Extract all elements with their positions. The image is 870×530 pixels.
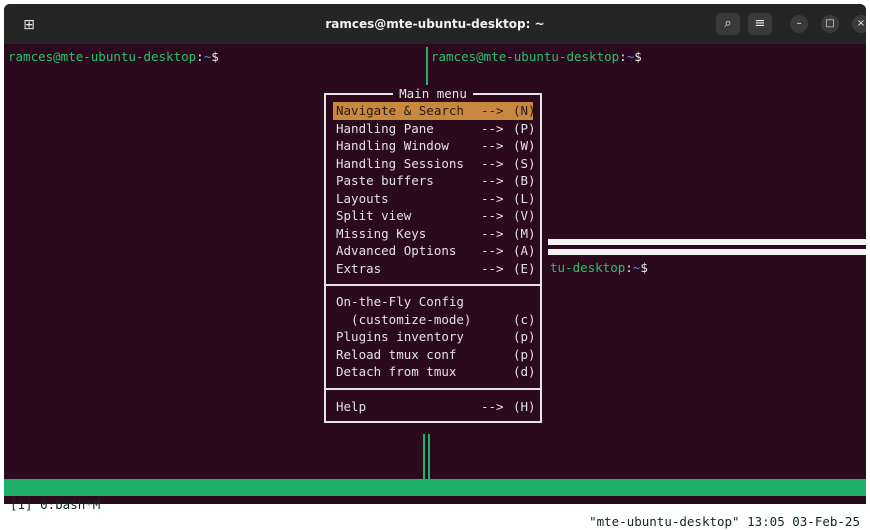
close-icon: × — [856, 18, 866, 29]
menu-item-layouts[interactable]: Layouts --> (L) — [333, 190, 536, 208]
tmux-status-bar: [1] 0:bash*M "mte-ubuntu-desktop" 13:05 … — [4, 479, 866, 529]
menu-icon: ≡ — [754, 16, 766, 31]
terminal-window: ⊞ ramces@mte-ubuntu-desktop: ~ ⌕ ≡ – □ ×… — [4, 4, 866, 504]
menu-item-on-the-fly-config[interactable]: On-the-Fly Config — [333, 293, 533, 311]
left-pane-prompt: ramces@mte-ubuntu-desktop:~$ — [8, 49, 219, 64]
menu-item-advanced-options[interactable]: Advanced Options --> (A) — [333, 242, 536, 260]
maximize-button[interactable]: □ — [821, 15, 839, 33]
terminal-area[interactable]: ramces@mte-ubuntu-desktop:~$ ramces@mte-… — [4, 44, 866, 504]
close-button[interactable]: × — [852, 15, 866, 33]
menu-item-reload-tmux-conf[interactable]: Reload tmux conf (p) — [333, 346, 536, 364]
main-menu: Main menu Navigate & Search --> (N) Handli… — [324, 86, 542, 423]
menu-item-navigate-search[interactable]: Navigate & Search --> (N) — [333, 102, 536, 120]
menu-item-split-view[interactable]: Split view --> (V) — [333, 207, 536, 225]
bottom-right-pane-prompt: tu-desktop:~$ — [550, 260, 648, 275]
maximize-icon: □ — [825, 18, 835, 29]
pane-divider-bottom[interactable] — [428, 434, 430, 483]
status-session-info: "mte-ubuntu-desktop" 13:05 03-Feb-25 — [589, 514, 860, 529]
menu-title: Main menu — [326, 86, 540, 102]
minimize-icon: – — [796, 18, 802, 29]
right-pane-prompt: ramces@mte-ubuntu-desktop:~$ — [431, 49, 642, 64]
menu-item-extras[interactable]: Extras --> (E) — [333, 260, 536, 278]
pane-border-line — [548, 239, 866, 245]
pane-divider-top[interactable] — [426, 47, 428, 85]
menu-item-handling-pane[interactable]: Handling Pane --> (P) — [333, 120, 536, 138]
pane-border-line — [548, 249, 866, 255]
hamburger-menu-button[interactable]: ≡ — [748, 13, 772, 35]
menu-divider — [326, 284, 540, 286]
pane-divider-bottom[interactable] — [423, 434, 425, 483]
title-bar: ⊞ ramces@mte-ubuntu-desktop: ~ ⌕ ≡ – □ × — [4, 4, 866, 44]
minimize-button[interactable]: – — [790, 15, 808, 33]
menu-divider — [326, 388, 540, 390]
menu-item-handling-window[interactable]: Handling Window --> (W) — [333, 137, 536, 155]
menu-item-missing-keys[interactable]: Missing Keys --> (M) — [333, 225, 536, 243]
search-icon: ⌕ — [724, 16, 732, 31]
search-button[interactable]: ⌕ — [716, 13, 740, 35]
menu-item-help[interactable]: Help --> (H) — [333, 398, 536, 416]
status-window-list[interactable]: [1] 0:bash*M — [10, 496, 100, 513]
menu-item-paste-buffers[interactable]: Paste buffers --> (B) — [333, 172, 536, 190]
menu-item-plugins-inventory[interactable]: Plugins inventory (p) — [333, 328, 536, 346]
menu-item-handling-sessions[interactable]: Handling Sessions --> (S) — [333, 155, 536, 173]
menu-item-customize-mode[interactable]: (customize-mode) (c) — [333, 311, 536, 329]
menu-item-detach-from-tmux[interactable]: Detach from tmux (d) — [333, 363, 536, 381]
